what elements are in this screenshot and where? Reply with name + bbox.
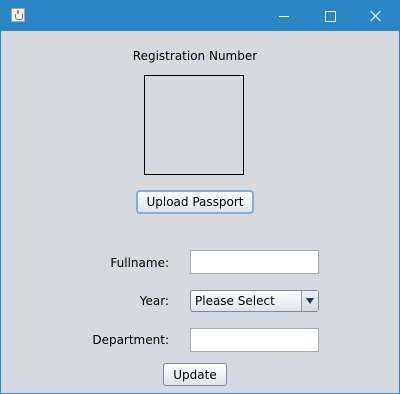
maximize-button[interactable] — [307, 1, 353, 31]
java-coffee-cup-icon — [11, 8, 25, 22]
app-window: Registration Number Upload Passport Full… — [0, 0, 400, 394]
passport-photo-box — [144, 75, 244, 175]
title-bar[interactable] — [1, 1, 399, 31]
year-select-dropdown-button[interactable] — [301, 291, 318, 311]
year-select-value: Please Select — [195, 294, 275, 308]
close-icon — [370, 10, 382, 22]
fullname-input[interactable] — [190, 250, 319, 274]
maximize-icon — [324, 10, 336, 22]
chevron-down-icon — [306, 298, 314, 304]
registration-number-label: Registration Number — [132, 49, 258, 63]
minimize-icon — [279, 15, 289, 17]
update-button[interactable]: Update — [163, 363, 227, 386]
upload-passport-button[interactable]: Upload Passport — [136, 190, 254, 214]
fullname-label: Fullname: — [110, 256, 169, 270]
year-label: Year: — [139, 294, 169, 308]
close-button[interactable] — [353, 1, 399, 31]
department-label: Department: — [92, 333, 169, 347]
year-select[interactable]: Please Select — [190, 290, 319, 312]
department-input[interactable] — [190, 328, 319, 352]
minimize-button[interactable] — [261, 1, 307, 31]
